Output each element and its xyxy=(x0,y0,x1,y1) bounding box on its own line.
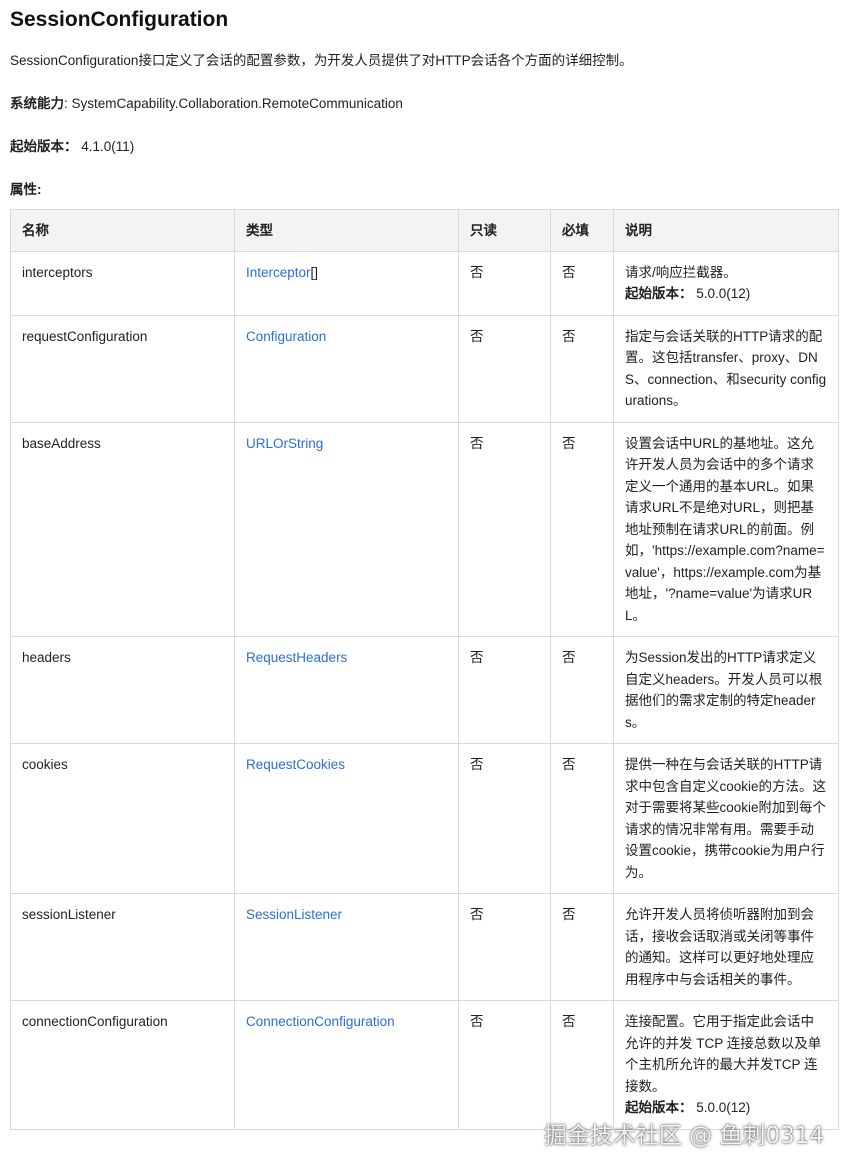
desc-since: 起始版本： 5.0.0(12) xyxy=(625,286,751,301)
desc-text: 连接配置。它用于指定此会话中允许的并发 TCP 连接总数以及单个主机所允许的最大… xyxy=(625,1014,822,1094)
type-link[interactable]: Configuration xyxy=(246,329,326,344)
cell-readonly: 否 xyxy=(458,743,551,894)
intro-text: SessionConfiguration接口定义了会话的配置参数，为开发人员提供… xyxy=(10,53,633,68)
table-row: sessionListener SessionListener 否 否 允许开发… xyxy=(10,893,839,1001)
cell-type: Interceptor[] xyxy=(234,250,459,316)
type-link[interactable]: ConnectionConfiguration xyxy=(246,1014,395,1029)
page-title: SessionConfiguration xyxy=(10,8,229,31)
cell-type: RequestHeaders xyxy=(234,636,459,744)
syscap-sep: : xyxy=(64,96,72,111)
col-header-type: 类型 xyxy=(234,209,459,252)
cell-type: RequestCookies xyxy=(234,743,459,894)
cell-required: 否 xyxy=(550,743,614,894)
cell-name: interceptors xyxy=(10,250,235,316)
since-value: 4.1.0(11) xyxy=(81,139,135,154)
attributes-table: 名称 类型 只读 必填 说明 interceptors Interceptor[… xyxy=(10,209,839,1130)
col-header-required: 必填 xyxy=(550,209,614,252)
col-header-readonly: 只读 xyxy=(458,209,551,252)
cell-desc: 为Session发出的HTTP请求定义自定义headers。开发人员可以根据他们… xyxy=(613,636,839,744)
cell-required: 否 xyxy=(550,421,614,637)
cell-desc: 允许开发人员将侦听器附加到会话，接收会话取消或关闭等事件的通知。这样可以更好地处… xyxy=(613,893,839,1001)
cell-name: connectionConfiguration xyxy=(10,1000,235,1130)
table-row: cookies RequestCookies 否 否 提供一种在与会话关联的HT… xyxy=(10,743,839,894)
cell-name: headers xyxy=(10,636,235,744)
cell-desc: 设置会话中URL的基地址。这允许开发人员为会话中的多个请求定义一个通用的基本UR… xyxy=(613,421,839,637)
cell-required: 否 xyxy=(550,314,614,423)
cell-readonly: 否 xyxy=(458,1000,551,1130)
cell-required: 否 xyxy=(550,636,614,744)
cell-required: 否 xyxy=(550,1000,614,1130)
cell-required: 否 xyxy=(550,250,614,316)
cell-name: requestConfiguration xyxy=(10,314,235,423)
cell-type: ConnectionConfiguration xyxy=(234,1000,459,1130)
table-header-row: 名称 类型 只读 必填 说明 xyxy=(10,209,839,252)
type-link[interactable]: SessionListener xyxy=(246,907,342,922)
cell-readonly: 否 xyxy=(458,636,551,744)
cell-required: 否 xyxy=(550,893,614,1001)
type-link[interactable]: RequestCookies xyxy=(246,757,345,772)
cell-readonly: 否 xyxy=(458,250,551,316)
col-header-desc: 说明 xyxy=(613,209,839,252)
cell-name: cookies xyxy=(10,743,235,894)
table-row: connectionConfiguration ConnectionConfig… xyxy=(10,1000,839,1130)
cell-name: baseAddress xyxy=(10,421,235,637)
cell-desc: 提供一种在与会话关联的HTTP请求中包含自定义cookie的方法。这对于需要将某… xyxy=(613,743,839,894)
table-row: headers RequestHeaders 否 否 为Session发出的HT… xyxy=(10,636,839,744)
syscap-line: 系统能力: SystemCapability.Collaboration.Rem… xyxy=(10,92,403,112)
cell-readonly: 否 xyxy=(458,893,551,1001)
type-link[interactable]: URLOrString xyxy=(246,436,323,451)
syscap-label: 系统能力 xyxy=(10,96,64,111)
cell-type: SessionListener xyxy=(234,893,459,1001)
type-suffix: [] xyxy=(310,264,319,280)
watermark: 掘金技术社区 @ 鱼刺0314 xyxy=(543,1123,824,1149)
table-row: baseAddress URLOrString 否 否 设置会话中URL的基地址… xyxy=(10,421,839,637)
cell-desc: 请求/响应拦截器。 起始版本： 5.0.0(12) xyxy=(613,250,839,316)
cell-name: sessionListener xyxy=(10,893,235,1001)
type-link[interactable]: Interceptor xyxy=(246,265,311,280)
attributes-label: 属性: xyxy=(10,182,42,197)
table-row: interceptors Interceptor[] 否 否 请求/响应拦截器。… xyxy=(10,250,839,316)
cell-type: Configuration xyxy=(234,314,459,423)
cell-readonly: 否 xyxy=(458,421,551,637)
table-row: requestConfiguration Configuration 否 否 指… xyxy=(10,314,839,423)
since-label: 起始版本： xyxy=(10,139,78,154)
cell-readonly: 否 xyxy=(458,314,551,423)
type-link[interactable]: RequestHeaders xyxy=(246,650,347,665)
desc-text: 请求/响应拦截器。 xyxy=(625,264,737,280)
since-line: 起始版本： 4.1.0(11) xyxy=(10,135,134,155)
syscap-value: SystemCapability.Collaboration.RemoteCom… xyxy=(71,96,403,111)
cell-type: URLOrString xyxy=(234,421,459,637)
cell-desc: 指定与会话关联的HTTP请求的配置。这包括transfer、proxy、DNS、… xyxy=(613,314,839,423)
col-header-name: 名称 xyxy=(10,209,235,252)
cell-desc: 连接配置。它用于指定此会话中允许的并发 TCP 连接总数以及单个主机所允许的最大… xyxy=(613,1000,839,1130)
